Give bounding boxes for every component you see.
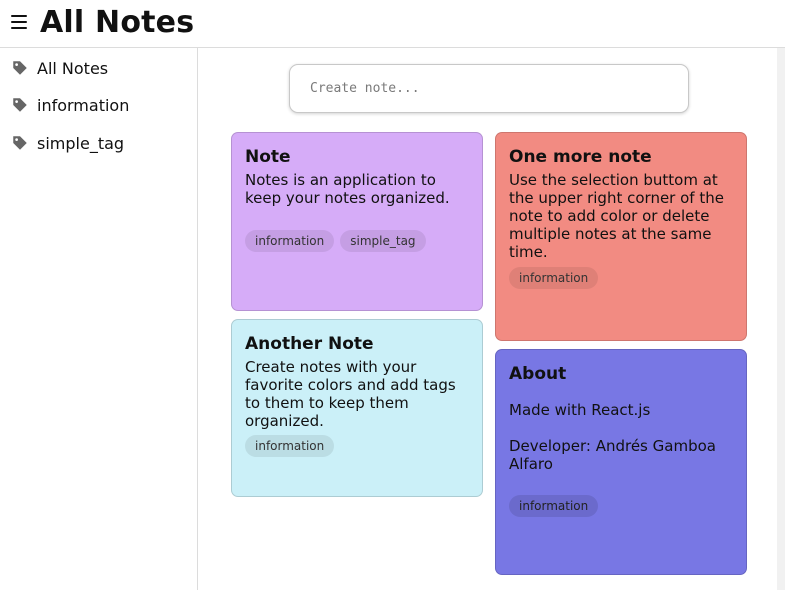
app-header: All Notes [0, 0, 785, 48]
create-note-input[interactable] [289, 64, 689, 113]
note-card[interactable]: Another Note Create notes with your favo… [231, 319, 483, 497]
note-title: Another Note [245, 334, 374, 354]
note-card[interactable]: Note Notes is an application to keep you… [231, 132, 483, 311]
sidebar-item-simple-tag[interactable]: simple_tag [11, 131, 191, 155]
note-card[interactable]: One more note Use the selection buttom a… [495, 132, 747, 341]
note-title: One more note [509, 147, 652, 167]
tag-icon [13, 136, 27, 150]
note-tag[interactable]: information [245, 230, 335, 252]
note-tags: information [509, 495, 733, 517]
page-title: All Notes [40, 5, 195, 40]
tag-icon [13, 61, 27, 75]
note-card[interactable]: About Made with React.js Developer: Andr… [495, 349, 747, 575]
note-tag[interactable]: information [509, 267, 599, 289]
scrollbar[interactable] [777, 48, 785, 590]
note-body: Use the selection buttom at the upper ri… [509, 171, 724, 261]
menu-icon[interactable] [11, 15, 27, 29]
note-tags: information [245, 435, 469, 457]
note-title: Note [245, 147, 291, 167]
notes-area: Note Notes is an application to keep you… [199, 48, 777, 590]
sidebar-item-label: information [37, 95, 130, 115]
note-body: Create notes with your favorite colors a… [245, 358, 456, 430]
note-tags: information simple_tag [245, 230, 469, 252]
note-title: About [509, 364, 567, 384]
note-tag[interactable]: simple_tag [340, 230, 426, 252]
sidebar-item-all-notes[interactable]: All Notes [11, 56, 191, 80]
note-tag[interactable]: information [245, 435, 335, 457]
note-body: Made with React.js [509, 401, 651, 419]
sidebar: All Notes information simple_tag [0, 48, 198, 590]
note-tag[interactable]: information [509, 495, 599, 517]
sidebar-item-label: simple_tag [37, 133, 125, 153]
sidebar-item-information[interactable]: information [11, 93, 191, 117]
note-tags: information [509, 267, 733, 289]
tag-icon [13, 98, 27, 112]
note-body: Developer: Andrés Gamboa Alfaro [509, 437, 716, 473]
note-body: Notes is an application to keep your not… [245, 171, 450, 207]
sidebar-item-label: All Notes [37, 58, 109, 78]
